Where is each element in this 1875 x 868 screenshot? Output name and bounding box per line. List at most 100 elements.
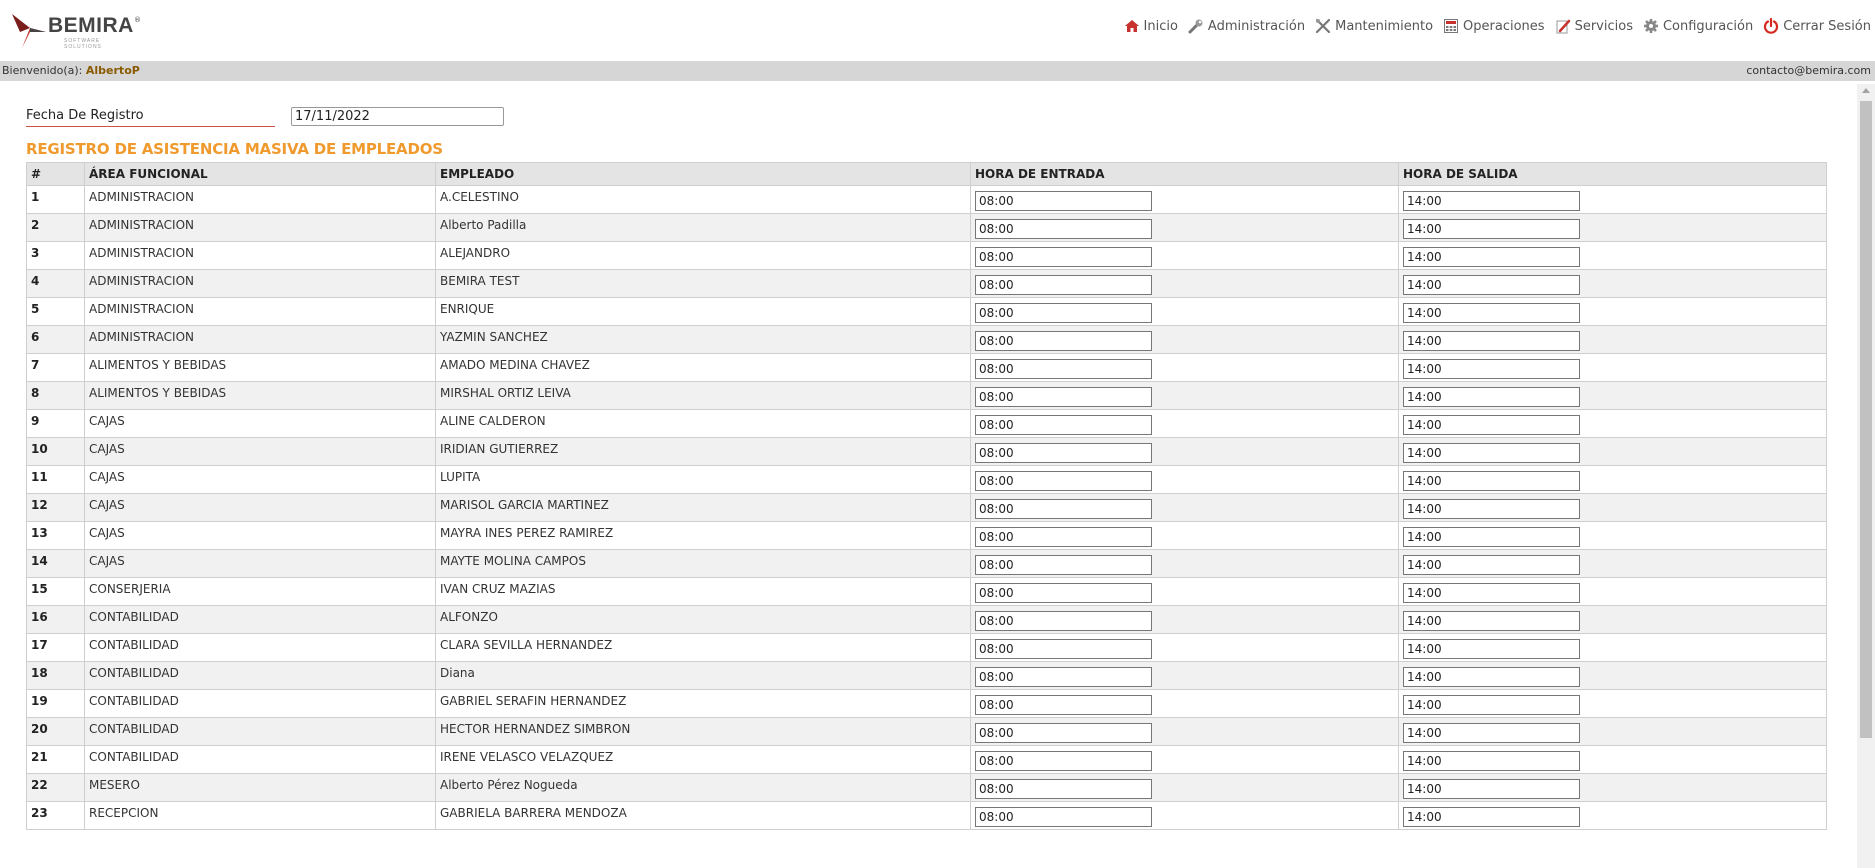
exit-time-input[interactable] (1403, 611, 1580, 631)
entry-time-input[interactable] (975, 723, 1152, 743)
nav-mantenimiento[interactable]: Mantenimiento (1315, 18, 1433, 34)
row-entry-cell (970, 269, 1399, 298)
table-row: 18 CONTABILIDAD Diana (26, 661, 1827, 690)
entry-time-input[interactable] (975, 555, 1152, 575)
exit-time-input[interactable] (1403, 723, 1580, 743)
exit-time-input[interactable] (1403, 387, 1580, 407)
row-entry-cell (970, 297, 1399, 326)
calculator-icon (1443, 18, 1459, 34)
row-number: 2 (26, 213, 85, 242)
row-employee: IRENE VELASCO VELAZQUEZ (435, 745, 971, 774)
date-input[interactable] (291, 107, 504, 126)
exit-time-input[interactable] (1403, 695, 1580, 715)
entry-time-input[interactable] (975, 247, 1152, 267)
exit-time-input[interactable] (1403, 583, 1580, 603)
scroll-up-arrow-icon[interactable] (1862, 88, 1870, 93)
entry-time-input[interactable] (975, 191, 1152, 211)
exit-time-input[interactable] (1403, 807, 1580, 827)
nav-administracion[interactable]: Administración (1188, 18, 1305, 34)
row-entry-cell (970, 577, 1399, 606)
exit-time-input[interactable] (1403, 751, 1580, 771)
entry-time-input[interactable] (975, 387, 1152, 407)
exit-time-input[interactable] (1403, 499, 1580, 519)
header-number[interactable]: # (26, 162, 85, 186)
table-row: 14 CAJAS MAYTE MOLINA CAMPOS (26, 549, 1827, 578)
entry-time-input[interactable] (975, 359, 1152, 379)
entry-time-input[interactable] (975, 527, 1152, 547)
row-exit-cell (1398, 409, 1827, 438)
row-employee: ALFONZO (435, 605, 971, 634)
scrollbar-thumb[interactable] (1860, 101, 1872, 738)
row-employee: ENRIQUE (435, 297, 971, 326)
entry-time-input[interactable] (975, 639, 1152, 659)
entry-time-input[interactable] (975, 443, 1152, 463)
header-exit-time[interactable]: HORA DE SALIDA (1398, 162, 1827, 186)
entry-time-input[interactable] (975, 779, 1152, 799)
header-employee[interactable]: EMPLEADO (435, 162, 971, 186)
entry-time-input[interactable] (975, 807, 1152, 827)
contact-email[interactable]: contacto@bemira.com (1746, 61, 1871, 81)
row-number: 9 (26, 409, 85, 438)
vertical-scrollbar[interactable] (1857, 84, 1875, 868)
entry-time-input[interactable] (975, 471, 1152, 491)
exit-time-input[interactable] (1403, 331, 1580, 351)
header-entry-time[interactable]: HORA DE ENTRADA (970, 162, 1399, 186)
entry-time-input[interactable] (975, 303, 1152, 323)
entry-time-input[interactable] (975, 611, 1152, 631)
nav-configuracion[interactable]: Configuración (1643, 18, 1753, 34)
nav-servicios-label: Servicios (1574, 18, 1633, 34)
entry-time-input[interactable] (975, 415, 1152, 435)
entry-time-input[interactable] (975, 499, 1152, 519)
nav-operaciones[interactable]: Operaciones (1443, 18, 1545, 34)
row-area: CAJAS (84, 493, 436, 522)
entry-time-input[interactable] (975, 751, 1152, 771)
exit-time-input[interactable] (1403, 667, 1580, 687)
exit-time-input[interactable] (1403, 555, 1580, 575)
entry-time-input[interactable] (975, 583, 1152, 603)
nav-inicio[interactable]: Inicio (1124, 18, 1178, 34)
exit-time-input[interactable] (1403, 359, 1580, 379)
entry-time-input[interactable] (975, 667, 1152, 687)
nav-cerrar-sesion[interactable]: Cerrar Sesión (1763, 18, 1871, 34)
exit-time-input[interactable] (1403, 443, 1580, 463)
entry-time-input[interactable] (975, 695, 1152, 715)
row-exit-cell (1398, 213, 1827, 242)
exit-time-input[interactable] (1403, 471, 1580, 491)
nav-servicios[interactable]: Servicios (1555, 18, 1633, 34)
exit-time-input[interactable] (1403, 639, 1580, 659)
row-employee: MIRSHAL ORTIZ LEIVA (435, 381, 971, 410)
row-entry-cell (970, 689, 1399, 718)
exit-time-input[interactable] (1403, 191, 1580, 211)
bemira-logo[interactable]: BEMIRA ® SOFTWARE SOLUTIONS (8, 10, 141, 50)
exit-time-input[interactable] (1403, 779, 1580, 799)
entry-time-input[interactable] (975, 331, 1152, 351)
row-entry-cell (970, 241, 1399, 270)
row-employee: CLARA SEVILLA HERNANDEZ (435, 633, 971, 662)
row-area: CONSERJERIA (84, 577, 436, 606)
exit-time-input[interactable] (1403, 415, 1580, 435)
entry-time-input[interactable] (975, 219, 1152, 239)
exit-time-input[interactable] (1403, 527, 1580, 547)
table-row: 16 CONTABILIDAD ALFONZO (26, 605, 1827, 634)
entry-time-input[interactable] (975, 275, 1152, 295)
row-number: 6 (26, 325, 85, 354)
exit-time-input[interactable] (1403, 275, 1580, 295)
row-area: CONTABILIDAD (84, 689, 436, 718)
logo-text: BEMIRA (48, 14, 134, 37)
bemira-star-icon (12, 14, 46, 48)
row-entry-cell (970, 521, 1399, 550)
row-number: 15 (26, 577, 85, 606)
row-exit-cell (1398, 689, 1827, 718)
row-entry-cell (970, 549, 1399, 578)
table-row: 17 CONTABILIDAD CLARA SEVILLA HERNANDEZ (26, 633, 1827, 662)
row-entry-cell (970, 353, 1399, 382)
header-area[interactable]: ÁREA FUNCIONAL (84, 162, 436, 186)
row-employee: Alberto Pérez Nogueda (435, 773, 971, 802)
row-employee: MAYRA INES PEREZ RAMIREZ (435, 521, 971, 550)
row-number: 13 (26, 521, 85, 550)
exit-time-input[interactable] (1403, 219, 1580, 239)
table-row: 10 CAJAS IRIDIAN GUTIERREZ (26, 437, 1827, 466)
exit-time-input[interactable] (1403, 247, 1580, 267)
row-entry-cell (970, 633, 1399, 662)
exit-time-input[interactable] (1403, 303, 1580, 323)
